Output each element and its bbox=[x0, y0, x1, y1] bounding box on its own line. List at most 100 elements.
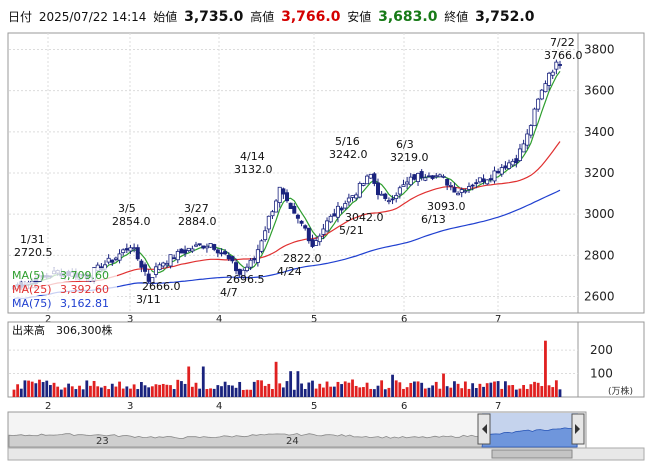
chart-frame: 日付 2025/07/22 14:14 始値 3,735.0 高値 3,766.… bbox=[0, 0, 653, 470]
volume-bar bbox=[271, 388, 274, 397]
candle-body bbox=[514, 158, 519, 164]
volume-bar bbox=[423, 388, 427, 397]
candle-body bbox=[456, 192, 461, 196]
candle-body bbox=[190, 248, 195, 252]
candle-body bbox=[547, 72, 552, 86]
navigator-left-handle[interactable] bbox=[477, 413, 491, 445]
candle-body bbox=[328, 215, 333, 223]
volume-bar bbox=[496, 381, 500, 397]
volume-bar bbox=[296, 371, 300, 397]
candle-body bbox=[365, 175, 370, 185]
candle-body bbox=[121, 249, 126, 254]
candle-body bbox=[117, 253, 122, 261]
annotation-high: 4/14 bbox=[240, 150, 265, 163]
price-axis-ticks: 2600 2800 3000 3200 3400 3600 3800 bbox=[584, 42, 615, 303]
candle-body bbox=[164, 263, 169, 266]
candle-body bbox=[201, 245, 206, 249]
candle-body bbox=[175, 251, 180, 261]
candle-body bbox=[357, 182, 362, 198]
volume-bar bbox=[362, 387, 365, 397]
volume-bar bbox=[176, 379, 180, 397]
volume-bar bbox=[485, 383, 489, 397]
price-tick-label: 3400 bbox=[584, 125, 615, 139]
volume-bar bbox=[383, 389, 387, 397]
volume-bar bbox=[493, 381, 496, 397]
candle-body bbox=[139, 260, 144, 268]
volume-bar bbox=[252, 381, 256, 397]
volume-bar bbox=[45, 380, 49, 397]
volume-bar bbox=[514, 389, 518, 397]
volume-bar bbox=[23, 380, 27, 397]
candle-body bbox=[503, 165, 508, 169]
volume-bar bbox=[231, 385, 234, 397]
volume-title: 出来高 bbox=[12, 323, 45, 337]
volume-bar bbox=[183, 383, 187, 397]
volume-bar bbox=[467, 388, 471, 397]
volume-latest: 306,300株 bbox=[56, 323, 113, 337]
candle-body bbox=[412, 174, 417, 180]
volume-bar bbox=[507, 385, 511, 397]
volume-bar bbox=[281, 387, 285, 397]
volume-bar bbox=[263, 385, 267, 397]
navigator-scroll-thumb[interactable] bbox=[491, 449, 573, 459]
candle-body bbox=[113, 257, 118, 260]
volume-bar bbox=[99, 387, 103, 397]
candle-body bbox=[339, 207, 344, 211]
volume-bar bbox=[431, 385, 434, 397]
volume-bar bbox=[201, 366, 205, 397]
volume-bar bbox=[74, 389, 78, 397]
volume-bar bbox=[504, 381, 507, 397]
volume-bar bbox=[212, 388, 216, 397]
volume-bar bbox=[19, 388, 23, 397]
volume-bar bbox=[220, 386, 223, 397]
volume-bar bbox=[49, 385, 52, 397]
candle-body bbox=[459, 189, 464, 193]
volume-bar bbox=[351, 379, 354, 397]
volume-bar bbox=[544, 340, 547, 397]
volume-bar bbox=[165, 384, 169, 397]
ma-legend-value: 3,162.81 bbox=[60, 297, 109, 310]
candle-body bbox=[496, 171, 501, 174]
candle-body bbox=[405, 181, 410, 185]
candle-body bbox=[346, 197, 351, 203]
volume-bar bbox=[500, 388, 504, 397]
volume-bar bbox=[205, 389, 209, 397]
candle-body bbox=[288, 202, 293, 210]
volume-bar bbox=[96, 386, 100, 397]
ma-legend-label: MA(5) bbox=[12, 269, 45, 282]
volume-bar bbox=[292, 389, 296, 397]
candle-body bbox=[361, 183, 366, 186]
ma-legend: MA(5) 3,709.60 MA(25) 3,392.60 MA(75) 3,162.8… bbox=[9, 268, 117, 310]
candle-body bbox=[124, 248, 129, 251]
month-label: 6 bbox=[401, 401, 407, 412]
month-label: 7 bbox=[495, 401, 501, 412]
month-label: 4 bbox=[216, 314, 222, 325]
volume-bar bbox=[56, 386, 60, 397]
candle-body bbox=[539, 89, 544, 100]
volume-bar bbox=[234, 387, 238, 397]
volume-bar bbox=[525, 388, 529, 397]
annotation-low: 3/11 bbox=[136, 293, 161, 306]
candle-body bbox=[335, 205, 340, 218]
candle-body bbox=[416, 172, 421, 183]
volume-bar bbox=[547, 385, 551, 397]
month-label: 2 bbox=[45, 401, 51, 412]
candle-body bbox=[397, 187, 402, 195]
volume-bar bbox=[92, 380, 96, 397]
candle-body bbox=[226, 254, 231, 260]
ma-legend-label: MA(75) bbox=[12, 297, 52, 310]
volume-axis-ticks: 100 200 bbox=[590, 343, 613, 380]
volume-bar bbox=[89, 385, 92, 397]
candle-body bbox=[419, 171, 424, 179]
annotation-high: 3/5 bbox=[118, 202, 136, 215]
navigator-right-handle[interactable] bbox=[571, 413, 585, 445]
volume-bar bbox=[474, 388, 478, 397]
annotation-low: 4/7 bbox=[220, 286, 238, 299]
volume-bar bbox=[121, 388, 125, 397]
volume-bar bbox=[63, 387, 67, 397]
volume-bar bbox=[518, 388, 522, 397]
price-tick-label: 3000 bbox=[584, 207, 615, 221]
candle-body bbox=[492, 170, 497, 182]
candle-body bbox=[558, 64, 563, 66]
candle-body bbox=[161, 262, 166, 267]
